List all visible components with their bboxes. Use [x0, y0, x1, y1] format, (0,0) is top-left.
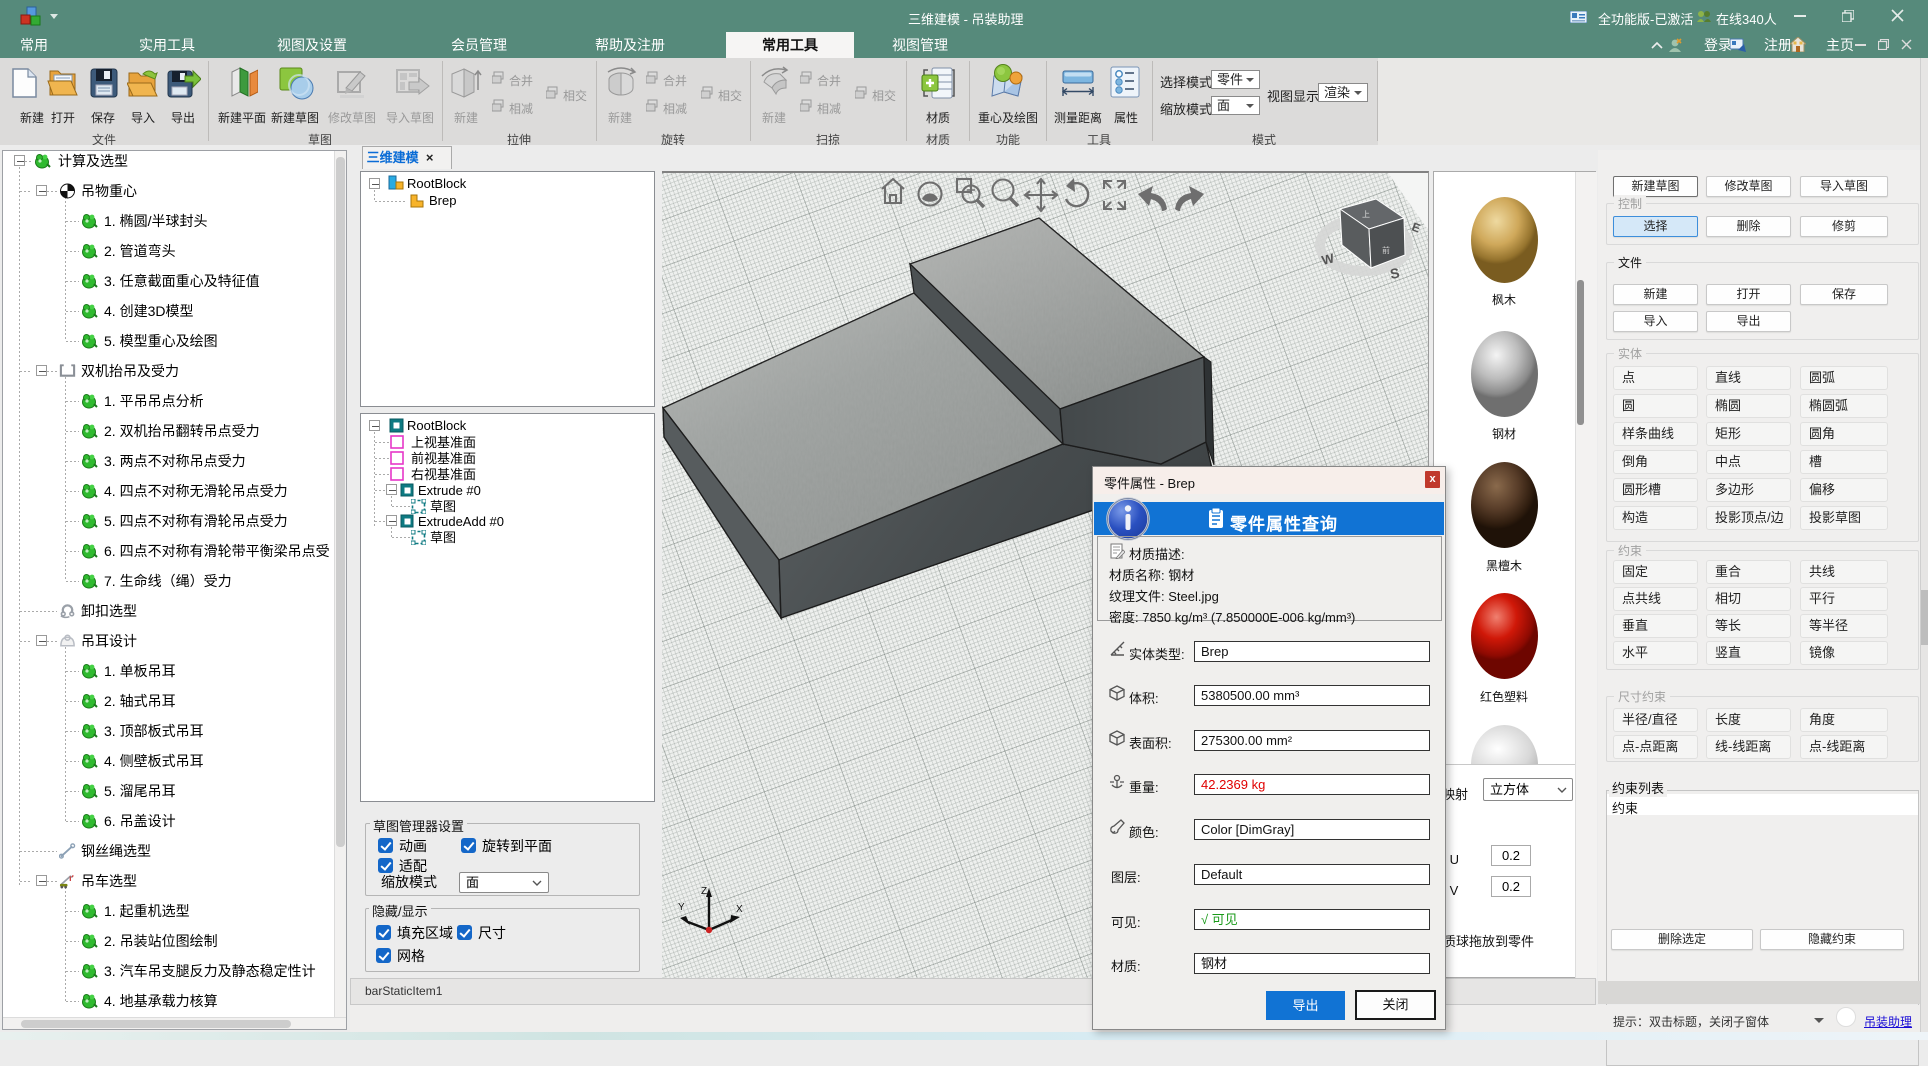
- svg-text:S: S: [1389, 265, 1401, 282]
- svg-text:X: X: [736, 904, 743, 915]
- svg-text:上: 上: [1362, 210, 1370, 219]
- svg-text:Z: Z: [701, 886, 707, 897]
- svg-text:E: E: [1410, 220, 1422, 236]
- svg-text:Y: Y: [678, 902, 685, 913]
- svg-text:W: W: [1320, 250, 1336, 268]
- svg-text:前: 前: [1382, 245, 1390, 255]
